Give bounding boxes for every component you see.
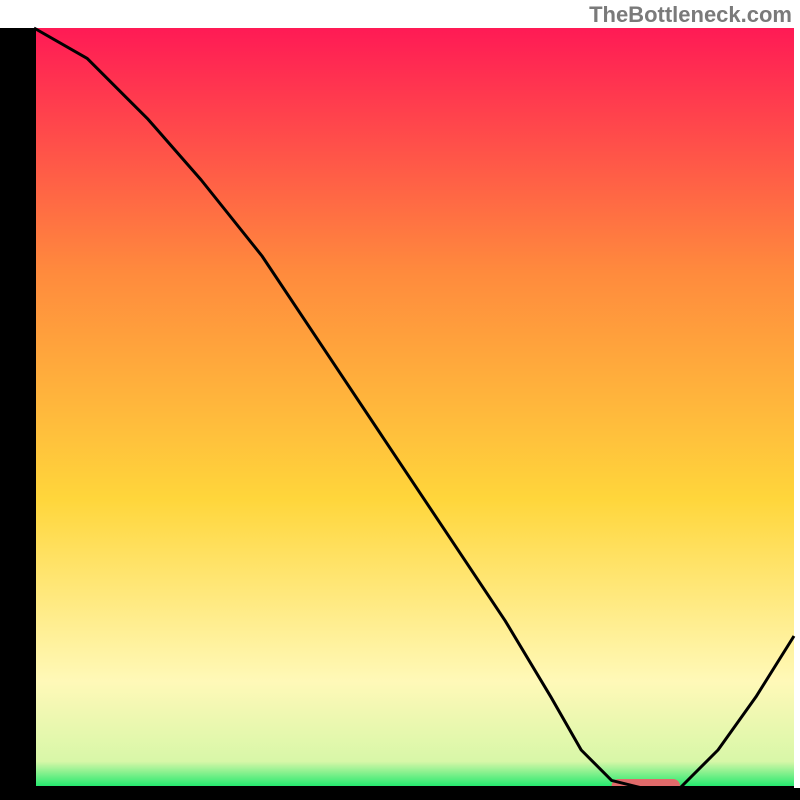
chart-background xyxy=(34,28,794,788)
bottleneck-chart xyxy=(0,0,800,800)
chart-container: { "watermark": "TheBottleneck.com", "col… xyxy=(0,0,800,800)
bottom-spine xyxy=(0,788,800,800)
watermark-text: TheBottleneck.com xyxy=(589,2,792,28)
left-spine xyxy=(0,28,34,800)
